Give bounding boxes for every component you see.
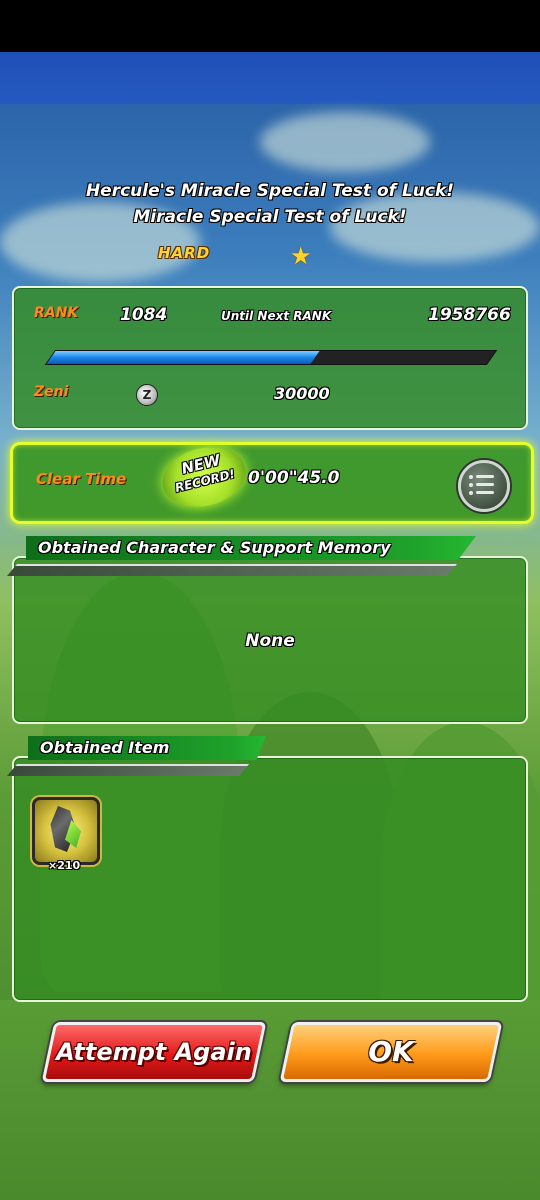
header-stripe: [6, 764, 250, 776]
zeni-value: 30000: [274, 384, 330, 403]
rank-label: RANK: [34, 305, 79, 321]
list-line: [476, 483, 494, 486]
zeni-label: Zeni: [34, 384, 69, 400]
clear-time-label: Clear Time: [36, 470, 127, 488]
list-bullet: [469, 483, 473, 487]
item-quantity: ×210: [48, 859, 81, 872]
list-line: [476, 491, 494, 494]
zeni-coin-icon: Z: [136, 384, 158, 406]
obtained-character-header: Obtained Character & Support Memory: [26, 536, 476, 560]
clear-time-value: 0'00"45.0: [248, 468, 340, 488]
difficulty-label: HARD: [158, 244, 211, 262]
obtained-item-header: Obtained Item: [28, 736, 266, 760]
obtained-character-none: None: [245, 631, 295, 651]
rank-value: 1084: [120, 305, 168, 325]
attempt-again-button[interactable]: Attempt Again: [41, 1022, 267, 1082]
attempt-again-label: Attempt Again: [56, 1038, 252, 1066]
list-line: [476, 475, 494, 478]
rank-progress-fill: [46, 351, 320, 364]
until-next-rank-label: Until Next RANK: [221, 309, 332, 323]
ok-button[interactable]: OK: [279, 1022, 503, 1082]
obtained-item-panel: [12, 756, 528, 1002]
stage-subtitle: Miracle Special Test of Luck!: [133, 207, 407, 227]
stage-title: Hercule's Miracle Special Test of Luck!: [85, 181, 455, 201]
star-icon: ★: [290, 242, 312, 270]
item-slot[interactable]: [32, 797, 100, 865]
rank-progress-bar: [44, 350, 498, 365]
list-bullet: [469, 491, 473, 495]
until-next-rank-value: 1958766: [428, 305, 511, 325]
list-bullet: [469, 475, 473, 479]
ok-label: OK: [368, 1035, 414, 1068]
list-menu-button[interactable]: [458, 460, 510, 512]
header-stripe: [6, 564, 458, 576]
